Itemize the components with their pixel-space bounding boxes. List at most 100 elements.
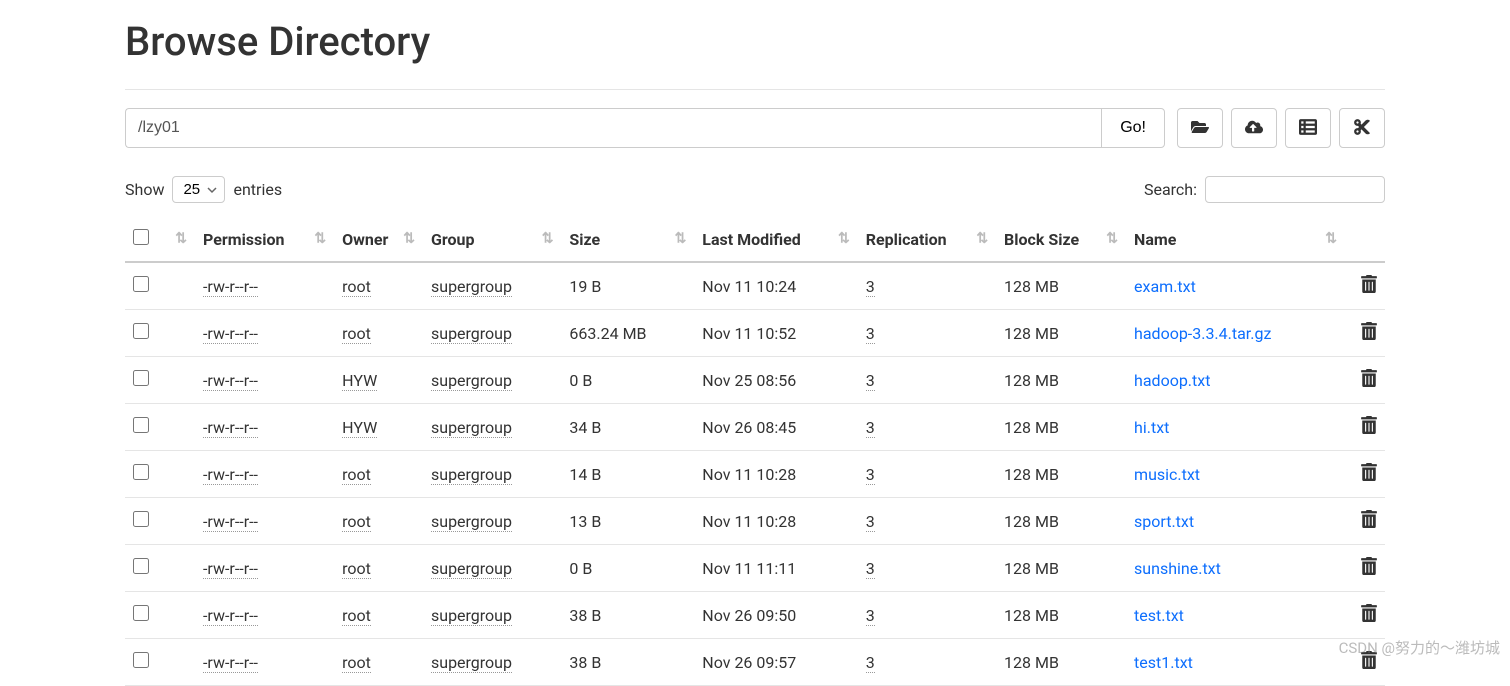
header-size[interactable]: Size: [561, 217, 694, 262]
permission-cell[interactable]: -rw-r--r--: [203, 653, 258, 673]
file-name-link[interactable]: music.txt: [1134, 465, 1200, 484]
search-input[interactable]: [1205, 176, 1385, 203]
permission-cell[interactable]: -rw-r--r--: [203, 324, 258, 344]
cut-button[interactable]: [1339, 108, 1385, 148]
block-size-cell: 128 MB: [1004, 559, 1059, 578]
replication-cell[interactable]: 3: [866, 653, 875, 673]
file-name-link[interactable]: hadoop-3.3.4.tar.gz: [1134, 324, 1271, 343]
owner-cell[interactable]: root: [342, 465, 371, 485]
size-cell: 0 B: [569, 559, 592, 578]
header-owner[interactable]: Owner: [334, 217, 423, 262]
delete-button[interactable]: [1361, 278, 1377, 297]
group-cell[interactable]: supergroup: [431, 512, 512, 532]
header-sort-index[interactable]: [165, 217, 195, 262]
file-name-link[interactable]: sunshine.txt: [1134, 559, 1221, 578]
group-cell[interactable]: supergroup: [431, 324, 512, 344]
row-checkbox[interactable]: [133, 276, 149, 292]
delete-button[interactable]: [1361, 372, 1377, 391]
header-group[interactable]: Group: [423, 217, 561, 262]
table-row: -rw-r--r--rootsupergroup14 BNov 11 10:28…: [125, 451, 1385, 498]
search-box: Search:: [1144, 176, 1385, 203]
permission-cell[interactable]: -rw-r--r--: [203, 465, 258, 485]
group-cell[interactable]: supergroup: [431, 606, 512, 626]
table-row: -rw-r--r--rootsupergroup663.24 MBNov 11 …: [125, 310, 1385, 357]
size-cell: 0 B: [569, 371, 592, 390]
file-name-link[interactable]: hi.txt: [1134, 418, 1169, 437]
delete-button[interactable]: [1361, 419, 1377, 438]
header-last-modified[interactable]: Last Modified: [694, 217, 857, 262]
owner-cell[interactable]: HYW: [342, 418, 377, 438]
row-checkbox[interactable]: [133, 558, 149, 574]
file-name-link[interactable]: test.txt: [1134, 606, 1184, 625]
table-controls: Show 25 entries Search:: [125, 176, 1385, 203]
owner-cell[interactable]: root: [342, 324, 371, 344]
replication-cell[interactable]: 3: [866, 324, 875, 344]
permission-cell[interactable]: -rw-r--r--: [203, 606, 258, 626]
row-checkbox[interactable]: [133, 464, 149, 480]
trash-icon: [1361, 325, 1377, 344]
replication-cell[interactable]: 3: [866, 277, 875, 297]
delete-button[interactable]: [1361, 513, 1377, 532]
permission-cell[interactable]: -rw-r--r--: [203, 371, 258, 391]
go-button[interactable]: Go!: [1101, 108, 1165, 148]
list-view-button[interactable]: [1285, 108, 1331, 148]
group-cell[interactable]: supergroup: [431, 418, 512, 438]
replication-cell[interactable]: 3: [866, 371, 875, 391]
trash-icon: [1361, 419, 1377, 438]
replication-cell[interactable]: 3: [866, 606, 875, 626]
header-permission[interactable]: Permission: [195, 217, 334, 262]
upload-button[interactable]: [1231, 108, 1277, 148]
permission-cell[interactable]: -rw-r--r--: [203, 559, 258, 579]
path-input[interactable]: [125, 108, 1101, 148]
header-name[interactable]: Name: [1126, 217, 1345, 262]
cut-icon: [1353, 118, 1371, 139]
owner-cell[interactable]: root: [342, 512, 371, 532]
file-name-link[interactable]: exam.txt: [1134, 277, 1196, 296]
replication-cell[interactable]: 3: [866, 418, 875, 438]
file-name-link[interactable]: hadoop.txt: [1134, 371, 1210, 390]
owner-cell[interactable]: root: [342, 606, 371, 626]
replication-cell[interactable]: 3: [866, 512, 875, 532]
permission-cell[interactable]: -rw-r--r--: [203, 418, 258, 438]
group-cell[interactable]: supergroup: [431, 653, 512, 673]
delete-button[interactable]: [1361, 466, 1377, 485]
permission-cell[interactable]: -rw-r--r--: [203, 277, 258, 297]
file-name-link[interactable]: sport.txt: [1134, 512, 1194, 531]
delete-button[interactable]: [1361, 654, 1377, 673]
table-header-row: Permission Owner Group Size Last Modifie…: [125, 217, 1385, 262]
last-modified-cell: Nov 26 09:50: [702, 606, 796, 625]
owner-cell[interactable]: root: [342, 653, 371, 673]
row-checkbox[interactable]: [133, 605, 149, 621]
row-checkbox[interactable]: [133, 323, 149, 339]
delete-button[interactable]: [1361, 560, 1377, 579]
header-replication[interactable]: Replication: [858, 217, 996, 262]
row-checkbox[interactable]: [133, 417, 149, 433]
table-row: -rw-r--r--HYWsupergroup34 BNov 26 08:453…: [125, 404, 1385, 451]
last-modified-cell: Nov 11 10:52: [702, 324, 796, 343]
group-cell[interactable]: supergroup: [431, 277, 512, 297]
delete-button[interactable]: [1361, 607, 1377, 626]
table-row: -rw-r--r--rootsupergroup0 BNov 11 11:113…: [125, 545, 1385, 592]
trash-icon: [1361, 607, 1377, 626]
row-checkbox[interactable]: [133, 370, 149, 386]
group-cell[interactable]: supergroup: [431, 559, 512, 579]
permission-cell[interactable]: -rw-r--r--: [203, 512, 258, 532]
header-block-size[interactable]: Block Size: [996, 217, 1126, 262]
path-input-group: Go!: [125, 108, 1165, 148]
replication-cell[interactable]: 3: [866, 559, 875, 579]
page-size-select[interactable]: 25: [172, 176, 225, 203]
delete-button[interactable]: [1361, 325, 1377, 344]
owner-cell[interactable]: HYW: [342, 371, 377, 391]
group-cell[interactable]: supergroup: [431, 371, 512, 391]
select-all-checkbox[interactable]: [133, 229, 149, 245]
owner-cell[interactable]: root: [342, 559, 371, 579]
new-folder-button[interactable]: [1177, 108, 1223, 148]
row-checkbox[interactable]: [133, 511, 149, 527]
replication-cell[interactable]: 3: [866, 465, 875, 485]
group-cell[interactable]: supergroup: [431, 465, 512, 485]
trash-icon: [1361, 278, 1377, 297]
owner-cell[interactable]: root: [342, 277, 371, 297]
folder-open-icon: [1191, 118, 1209, 139]
file-name-link[interactable]: test1.txt: [1134, 653, 1193, 672]
row-checkbox[interactable]: [133, 652, 149, 668]
